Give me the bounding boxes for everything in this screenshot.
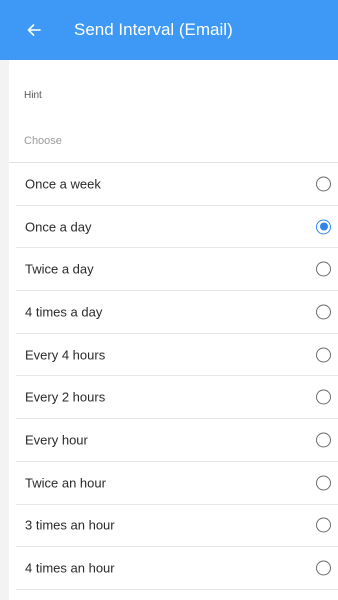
choose-label: Choose [24,135,62,147]
option-label: Every hour [25,432,88,448]
option-label: Twice an hour [25,475,106,491]
radio-button-selected[interactable] [316,219,331,235]
option-once-a-day[interactable]: Once a day [16,206,338,249]
option-label: Every 2 hours [25,389,106,405]
radio-button[interactable] [316,304,331,320]
app-bar: Send Interval (Email) [0,0,338,60]
arrow-left-icon-graphic [27,24,41,36]
hint-section: Hint Choose [9,60,338,163]
radio-button[interactable] [316,261,331,277]
option-every-4-hours[interactable]: Every 4 hours [16,334,338,377]
option-twice-an-hour[interactable]: Twice an hour [16,462,338,505]
radio-button[interactable] [316,347,331,363]
option-twice-a-day[interactable]: Twice a day [16,248,338,292]
option-every-2-hours[interactable]: Every 2 hours [16,376,338,420]
option-label: 4 times a day [25,304,103,320]
option-3-times-an-hour[interactable]: 3 times an hour [16,505,338,548]
hint-label: Hint [24,90,42,101]
option-label: Once a day [25,219,92,235]
option-label: Every 4 hours [25,347,106,363]
radio-button[interactable] [316,475,331,491]
radio-button[interactable] [316,517,331,533]
interval-options-list: Once a week Once a day Twice a day 4 tim… [9,163,338,590]
left-edge-strip [0,60,9,600]
radio-button[interactable] [316,560,331,576]
radio-button[interactable] [316,432,331,448]
radio-button[interactable] [316,176,331,192]
option-4-times-an-hour[interactable]: 4 times an hour [16,547,338,590]
option-every-hour[interactable]: Every hour [16,419,338,462]
radio-button[interactable] [316,389,331,405]
option-4-times-a-day[interactable]: 4 times a day [16,291,338,334]
option-once-a-week[interactable]: Once a week [16,163,338,206]
arrow-left-icon[interactable] [24,20,44,40]
option-label: 3 times an hour [25,517,115,533]
page-title: Send Interval (Email) [74,20,233,39]
send-interval-screen: Send Interval (Email) Hint Choose Once a… [0,0,338,600]
option-label: Twice a day [25,261,94,277]
option-label: Once a week [25,176,101,192]
option-label: 4 times an hour [25,560,115,576]
